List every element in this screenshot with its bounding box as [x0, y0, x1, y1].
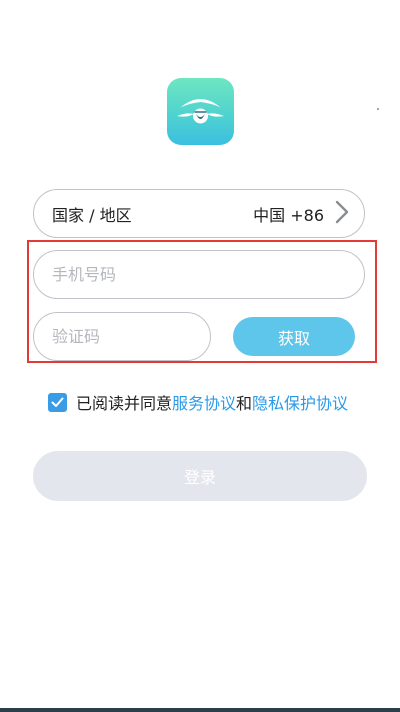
- agreement-checkbox[interactable]: [48, 392, 67, 412]
- bottom-bar: [0, 708, 400, 712]
- region-value: 中国 +86: [253, 205, 324, 225]
- phone-field[interactable]: [33, 250, 365, 299]
- agreement-row: 已阅读并同意 服务协议 和 隐私保护协议: [48, 390, 348, 414]
- verification-code-input[interactable]: [50, 326, 194, 347]
- country-region-selector[interactable]: 国家 / 地区 中国 +86: [33, 189, 365, 238]
- login-button[interactable]: 登录: [33, 451, 367, 501]
- checkmark-icon: [51, 397, 64, 407]
- phone-input[interactable]: [50, 264, 348, 285]
- decorative-dot: [377, 108, 379, 110]
- chevron-right-icon: [334, 199, 350, 229]
- verification-code-field[interactable]: [33, 312, 211, 361]
- login-screen: 国家 / 地区 中国 +86 获取 已阅读并同意 服务协议 和 隐私保护协议 登…: [0, 0, 400, 712]
- get-code-button[interactable]: 获取: [233, 317, 355, 356]
- app-logo-icon: [167, 78, 234, 145]
- agreement-and: 和: [236, 394, 253, 413]
- privacy-agreement-link[interactable]: 隐私保护协议: [252, 390, 348, 414]
- agreement-prefix: 已阅读并同意: [76, 394, 173, 413]
- region-label: 国家 / 地区: [52, 205, 132, 225]
- service-agreement-link[interactable]: 服务协议: [172, 390, 236, 414]
